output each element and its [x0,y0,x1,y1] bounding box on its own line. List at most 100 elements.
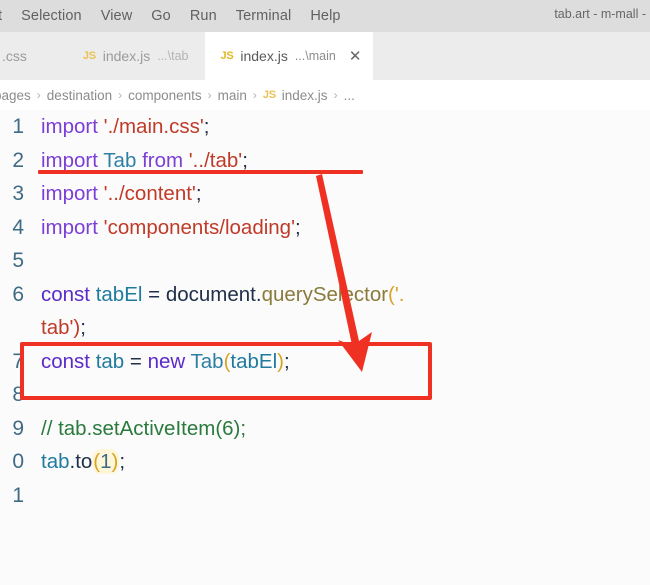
code-line-7: 7 const tab = new Tab(tabEl); [0,345,650,379]
code-line-6-wrap: tab'); [0,311,650,345]
tab-index-js-tab[interactable]: JS index.js ...\tab [67,32,205,80]
chevron-right-icon: › [252,88,257,102]
line-number: 5 [12,249,24,272]
breadcrumb-item-pages[interactable]: pages [0,88,31,103]
token-number-arg: 1 [100,450,112,473]
token-class-tab: Tab [190,349,224,373]
menu-item-list: t Selection View Go Run Terminal Help [0,8,341,24]
token-object-document: document [165,282,256,306]
token-variable-tab: tab [95,349,125,373]
tab-label-index-js-tab: index.js [102,48,151,64]
code-text[interactable]: tab.to(1); [24,445,650,479]
js-file-icon: JS [262,89,276,101]
token-keyword-import: import [41,215,98,239]
code-text[interactable]: import '../content'; [24,177,650,211]
breadcrumb-item-more[interactable]: ... [344,88,355,103]
token-keyword-import: import [41,148,98,172]
token-string-content-module: '../content' [103,182,196,205]
token-selector-open: ('. [388,282,405,306]
code-line-11: 1 [0,479,650,513]
code-line-8: 8 [0,378,650,412]
line-number: 9 [12,416,24,440]
code-text[interactable]: const tab = new Tab(tabEl); [24,345,650,379]
menu-item-run[interactable]: Run [190,8,217,24]
line-number: 8 [12,383,24,406]
token-semicolon: ; [119,450,126,473]
token-semicolon: ; [295,215,301,239]
menu-item-terminal[interactable]: Terminal [236,8,292,24]
token-keyword-new: new [147,349,186,373]
code-text[interactable]: const tabEl = document.querySelector('. [24,278,650,312]
menu-item-help[interactable]: Help [310,8,340,24]
token-keyword-from: from [142,148,184,172]
chevron-right-icon: › [333,88,338,102]
breadcrumb-item-components[interactable]: components [128,88,202,103]
line-number: 4 [12,215,24,239]
code-line-10: 0 tab.to(1); [0,445,650,479]
token-semicolon: ; [203,115,210,138]
annotation-underline [38,170,363,174]
code-line-4: 4 import 'components/loading'; [0,211,650,245]
breadcrumb-item-destination[interactable]: destination [47,88,112,103]
token-variable-tabel: tabEl [230,349,278,373]
token-keyword-import: import [41,182,98,205]
code-editor[interactable]: 1 import './main.css'; 2 import Tab from… [0,110,650,585]
line-number: 1 [12,483,24,507]
line-number: 7 [12,349,24,373]
token-semicolon: ; [195,182,202,205]
token-equals: = [148,282,161,306]
js-file-icon: JS [220,50,234,62]
menu-bar: t Selection View Go Run Terminal Help ta… [0,0,650,32]
token-keyword-const: const [41,282,90,306]
chevron-right-icon: › [207,88,212,102]
line-number: 1 [12,115,24,138]
chevron-right-icon: › [36,88,41,102]
code-line-9: 9 // tab.setActiveItem(6); [0,412,650,446]
menu-item-go[interactable]: Go [151,8,171,24]
token-method-to: .to [69,450,93,473]
breadcrumb: pages › destination › components › main … [0,80,650,110]
menu-item-edit-clipped[interactable]: t [0,8,2,24]
token-string-tab-module: '../tab' [188,148,243,172]
token-variable-tabel: tabEl [95,282,143,306]
code-line-3: 3 import '../content'; [0,177,650,211]
token-semicolon: ; [80,316,86,339]
token-paren-close: ) [111,450,119,473]
token-keyword-const: const [41,349,90,373]
token-paren-close: ) [277,349,284,373]
token-equals: = [129,349,142,373]
token-string-loading-module: 'components/loading' [103,215,295,239]
code-text[interactable]: import './main.css'; [24,110,650,144]
token-string-main-css: './main.css' [103,115,204,138]
line-number: 6 [12,282,24,306]
code-line-5: 5 [0,244,650,278]
breadcrumb-item-main[interactable]: main [218,88,247,103]
line-number: 3 [12,182,24,205]
tab-index-js-main[interactable]: JS index.js ...\main ✕ [204,32,374,80]
argument-highlight: (1) [92,449,120,474]
token-comment: // tab.setActiveItem(6); [41,416,247,440]
token-method-queryselector: querySelector [261,282,389,306]
code-text[interactable]: tab'); [24,311,650,345]
code-line-1: 1 import './main.css'; [0,110,650,144]
chevron-right-icon: › [118,88,123,102]
menu-item-view[interactable]: View [101,8,133,24]
breadcrumb-item-index-js[interactable]: index.js [282,88,328,103]
token-variable-tab: tab [41,450,70,473]
token-selector-close: tab') [41,316,81,339]
code-text[interactable]: import 'components/loading'; [24,211,650,245]
close-icon[interactable]: ✕ [349,49,362,64]
tab-label-css: .css [2,48,27,64]
tab-css[interactable]: .css [0,32,67,80]
token-keyword-import: import [41,115,98,138]
vscode-window: t Selection View Go Run Terminal Help ta… [0,0,650,585]
line-number: 2 [12,148,24,172]
token-semicolon: ; [283,349,290,373]
menu-item-selection[interactable]: Selection [21,8,82,24]
tab-path-index-js-tab: ...\tab [157,49,189,63]
code-text[interactable]: // tab.setActiveItem(6); [24,412,650,446]
code-line-6: 6 const tabEl = document.querySelector('… [0,278,650,312]
tab-label-index-js-main: index.js [240,48,288,64]
tab-path-index-js-main: ...\main [294,49,336,63]
editor-tab-strip: .css JS index.js ...\tab JS index.js ...… [0,32,650,80]
